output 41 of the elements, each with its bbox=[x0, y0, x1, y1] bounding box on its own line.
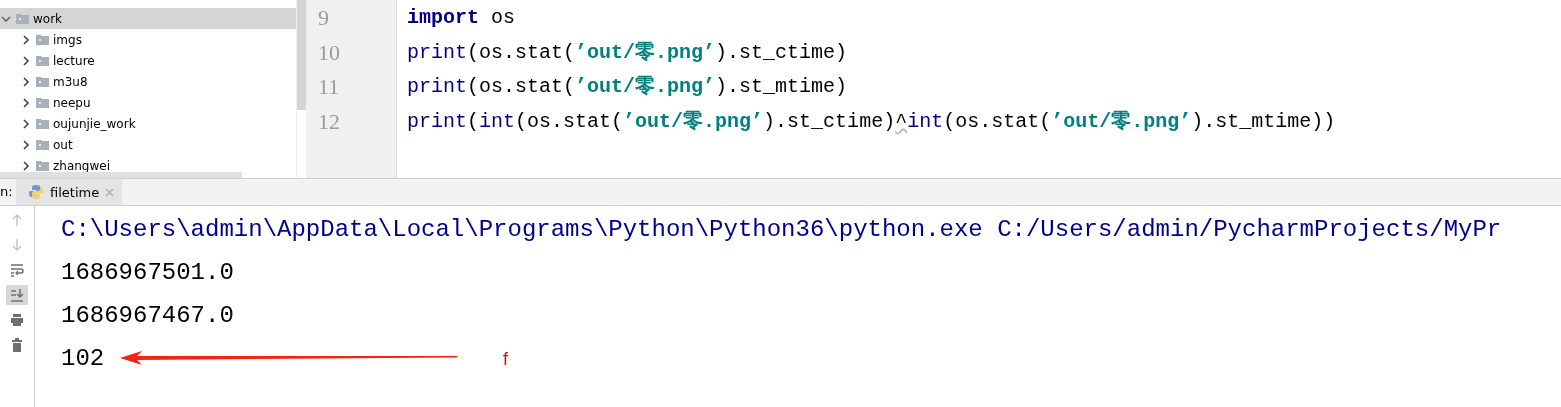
tree-item[interactable]: out bbox=[0, 134, 296, 155]
folder-icon bbox=[36, 139, 49, 150]
console-line: 102 bbox=[61, 344, 105, 374]
console-line: C:\Users\admin\AppData\Local\Programs\Python\Python36\python.exe C:/Users/admin/PycharmProjects/MyPr bbox=[61, 215, 1502, 245]
folder-icon bbox=[36, 118, 49, 129]
python-icon bbox=[28, 184, 44, 200]
code-line: print(os.stat(’out/零.png’).st_ctime) bbox=[407, 39, 849, 66]
chevron-icon[interactable] bbox=[20, 54, 32, 67]
tree-item[interactable]: imgs bbox=[0, 29, 296, 50]
scrollbar-thumb[interactable] bbox=[297, 0, 306, 110]
tree-item[interactable]: oujunjie_work bbox=[0, 113, 296, 134]
tree-item[interactable]: work bbox=[0, 8, 296, 29]
tree-item[interactable]: zhangwei bbox=[0, 155, 296, 176]
line-number: 10 bbox=[317, 38, 341, 67]
folder-icon bbox=[16, 13, 29, 24]
line-number: 9 bbox=[317, 4, 330, 32]
folder-icon bbox=[36, 55, 49, 66]
chevron-icon[interactable] bbox=[20, 117, 32, 130]
run-label: n: bbox=[0, 183, 14, 201]
line-number: 11 bbox=[317, 73, 341, 101]
console-line: 1686967501.0 bbox=[61, 258, 234, 288]
run-tab[interactable]: filetime bbox=[16, 179, 123, 205]
tree-item[interactable]: lecture bbox=[0, 50, 296, 71]
annotation-label: f bbox=[503, 349, 508, 370]
folder-icon bbox=[36, 34, 49, 45]
horizontal-scrollbar[interactable] bbox=[0, 172, 242, 178]
chevron-icon[interactable] bbox=[20, 96, 32, 109]
chevron-icon[interactable] bbox=[20, 159, 32, 172]
chevron-icon[interactable] bbox=[20, 138, 32, 151]
code-line: import os bbox=[407, 5, 517, 31]
folder-icon bbox=[36, 97, 49, 108]
code-line: print(os.stat(’out/零.png’).st_mtime) bbox=[407, 74, 849, 100]
code-line: print(int(os.stat(’out/零.png’).st_ctime)^int(os.stat(’out/零.png’).st_mtime)) bbox=[407, 108, 1337, 135]
tree-item[interactable]: m3u8 bbox=[0, 71, 296, 92]
line-number: 12 bbox=[317, 107, 341, 136]
chevron-icon[interactable] bbox=[20, 33, 32, 46]
folder-icon bbox=[36, 76, 49, 87]
folder-icon bbox=[36, 160, 49, 171]
tree-item[interactable]: neepu bbox=[0, 92, 296, 113]
chevron-icon[interactable] bbox=[20, 75, 32, 88]
console-line: 1686967467.0 bbox=[61, 301, 234, 331]
